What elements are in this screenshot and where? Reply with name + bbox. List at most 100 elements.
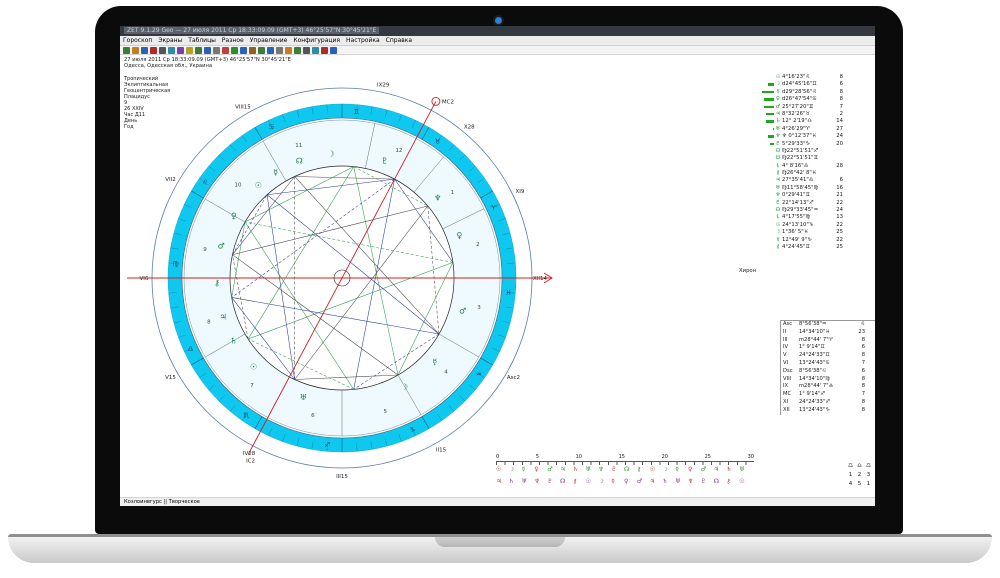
planet-glyph-icon: ☊ [775,207,781,214]
toolbar-button-17[interactable] [276,46,283,54]
planet-glyph-icon: ☊ [296,157,303,166]
cusp-row[interactable]: XII 13°24'43"♑ 8 [781,407,875,415]
cusp-row[interactable]: XI 24°24'33"♐ 8 [781,399,875,407]
toolbar-button-6[interactable] [177,46,184,54]
planet-glyph-icon: ♀ [776,96,780,103]
house-number: 7 [250,383,254,389]
planet-row[interactable]: ♆ 0°29'41"♊ 21 [760,192,875,199]
cusp-row[interactable]: III m28°44' 7"♈ 8 [781,337,875,345]
planet-row[interactable]: ☿ d29°28'56"♌ 8 [760,89,875,96]
planet-row[interactable]: ☉ 24°13'10"♑ 22 [760,222,875,229]
planet-row[interactable]: ☉ 4°16'23"♌ 8 [760,74,875,81]
planet-row[interactable]: ⚷ 4°24'45"♊ 25 [760,244,875,251]
toolbar-button-23[interactable] [330,46,337,54]
planet-row[interactable]: ♂ 25°27'20"♊ 7 [760,104,875,111]
toolbar-button-3[interactable] [150,46,157,54]
cusp-row[interactable]: II 14°34'10"♓ 23 [781,329,875,337]
cusp-row[interactable]: Dsc 8°56'38"♌ 6 [781,368,875,376]
toolbar-button-15[interactable] [258,46,265,54]
planet-glyph-icon: ⚸ [776,214,780,221]
planet-glyph-icon: ☿ [273,168,278,177]
planet-row[interactable]: ♅ 4°26'29"♈ 27 [760,126,875,133]
toolbar-button-2[interactable] [141,46,148,54]
planet-row[interactable]: ♃ 8°32'26"♉ 2 [760,111,875,118]
cusp-position: 8°56'38"♒ [799,321,827,327]
aspect-scale: 0 5 10 15 20 25 30 [496,454,754,460]
cusp-row[interactable]: VIII 14°34'10"♍ 8 [781,376,875,384]
planet-row[interactable]: ⚸ 4°17'55"♍ 13 [760,214,875,221]
cusp-value: 8 [861,336,865,343]
count-cell: ♎ [857,463,862,469]
toolbar-button-11[interactable] [222,46,229,54]
toolbar-button-22[interactable] [321,46,328,54]
planet-glyph-icon: ☉ [250,362,257,371]
planet-glyph-icon: ⚸ [776,162,780,169]
aspect-marker-icon: ♂ [547,466,553,473]
toolbar-button-19[interactable] [294,46,301,54]
aspect-marker-icon: ♃ [496,478,502,485]
house-number: 10 [234,182,241,188]
planet-row[interactable]: ☽ d24°45'16"♊ 6 [760,81,875,88]
planet-glyph-icon: ♅ [775,125,781,132]
toolbar-button-7[interactable] [186,46,193,54]
menu-item-screens[interactable]: Экраны [155,36,185,45]
planet-row[interactable]: ☊ ♍22°51'51"♐ [760,148,875,155]
toolbar-button-0[interactable] [123,46,130,54]
planet-row[interactable]: ♀ d26°47'54"♋ 8 [760,96,875,103]
planet-position: 0°29'41"♊ [782,192,811,199]
menu-item-configuration[interactable]: Конфигурация [290,36,343,45]
toolbar-button-14[interactable] [249,46,256,54]
menu-item-help[interactable]: Справка [383,36,415,45]
menu-item-control[interactable]: Управление [247,36,291,45]
planet-row[interactable]: ♇ 22°14'13"♐ 22 [760,200,875,207]
planet-house: 16 [836,184,843,191]
cusp-row[interactable]: IX m28°44' 7"♎ 8 [781,383,875,391]
planet-row[interactable]: ⚷ ♍26°42' 8"♓ [760,170,875,177]
toolbar-button-20[interactable] [303,46,310,54]
cusp-row[interactable]: MC 1° 9'14"♐ 7 [781,391,875,399]
planet-row[interactable]: ♅ ♍11°58'45"♍ 16 [760,185,875,192]
toolbar-button-1[interactable] [132,46,139,54]
toolbar-button-10[interactable] [213,46,220,54]
natal-chart-wheel[interactable]: ♈ ♉ ♊ ♋ ♌ ♍ ♎ ♏ ♐ ♑ ♒ ♓ IX29 12 X28 1 XI9 2 XII14 3 Asc2 4 II1… [120,56,580,496]
toolbar-button-21[interactable] [312,46,319,54]
toolbar-button-5[interactable] [168,46,175,54]
planet-row[interactable]: ♇ 5°29'33"♑ 20 [760,141,875,148]
cusp-row[interactable]: IV 1° 9'14"♊ 6 [781,344,875,352]
toolbar-button-8[interactable] [195,46,202,54]
menu-item-misc[interactable]: Разное [219,36,247,45]
toolbar-button-9[interactable] [204,46,211,54]
planet-house: 6 [839,81,843,88]
planet-position: 5°29'33"♑ [782,140,811,147]
planet-row[interactable]: ☽ 1°36' 5"♓ 25 [760,229,875,236]
planet-row[interactable]: ♆ ♆ 0°12'37"♓ 24 [760,133,875,140]
planet-row[interactable]: ♄ 12° 2'19"♎ 14 [760,118,875,125]
house-number: 1 [451,190,455,196]
toolbar-button-16[interactable] [267,46,274,54]
planet-strength-bar [760,118,774,125]
toolbar-button-18[interactable] [285,46,292,54]
cusp-row[interactable]: Asc 8°56'38"♒ ♌ [781,321,875,329]
element-counts-grid: ⚖ ♎ ⚖ 1 2 3 4 5 1 [846,462,873,489]
menu-item-settings[interactable]: Настройка [343,36,383,45]
planet-row[interactable]: ♃ 27°35'41"♎ 6 [760,177,875,184]
menu-item-horoscope[interactable]: Гороскоп [120,36,155,45]
toolbar-button-4[interactable] [159,46,166,54]
aspect-marker-icon: ♅ [585,466,591,473]
cusp-row[interactable]: VI 13°24'43"♋ 7 [781,360,875,368]
planet-glyph-icon: ⚷ [776,170,780,177]
planet-glyph-icon: ☽ [328,149,335,158]
planet-row[interactable]: ☊ ♍29°33'45"♒ 24 [760,207,875,214]
planet-row[interactable]: ☋ ♍22°51'51"♊ [760,155,875,162]
toolbar-button-12[interactable] [231,46,238,54]
planet-strength-bar [760,229,774,236]
menu-item-tables[interactable]: Таблицы [185,36,219,45]
planet-row[interactable]: ☿ 12°49' 9"♑ 22 [760,237,875,244]
planet-strength-bar [760,200,774,207]
aspect-marker-icon: ♆ [598,466,604,473]
planet-row[interactable]: ⚸ 4° 8'16"♎ 28 [760,163,875,170]
toolbar-button-13[interactable] [240,46,247,54]
planet-strength-bar [760,155,774,162]
cusp-row[interactable]: V 24°24'33"♊ 8 [781,352,875,360]
planet-position: ♍26°42' 8"♓ [782,170,817,177]
